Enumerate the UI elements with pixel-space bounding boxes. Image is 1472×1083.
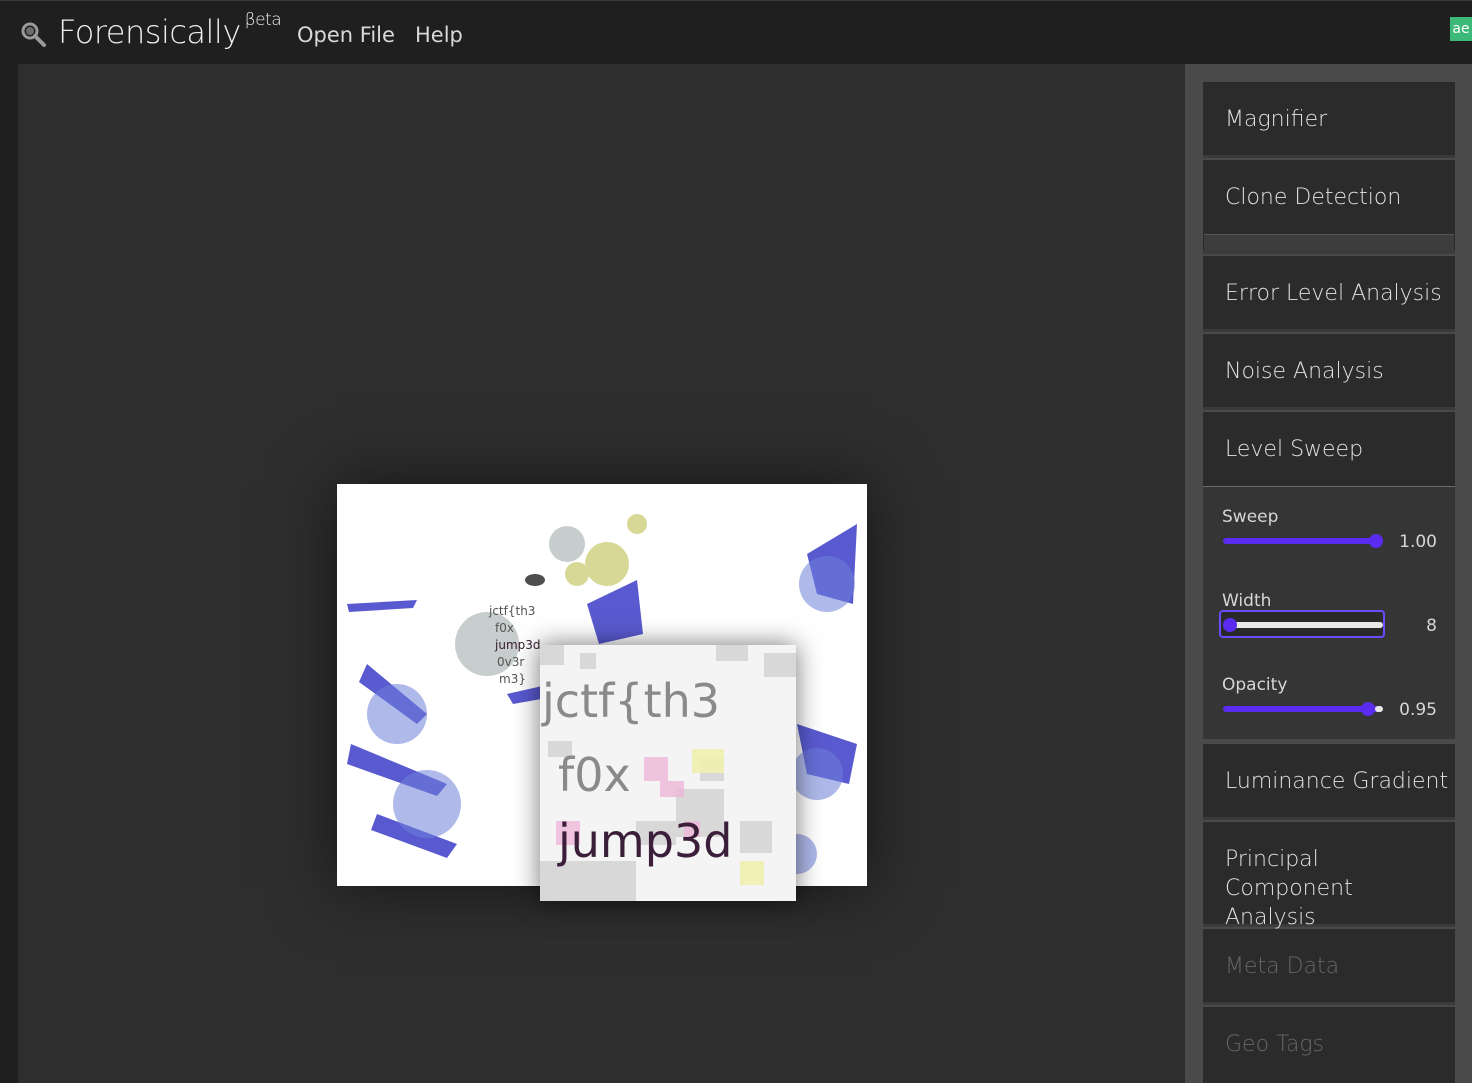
beta-label: βeta [244,10,282,31]
zoom-text-line: jump3d [557,814,732,868]
panel-principal-component-analysis[interactable]: Principal Component Analysis [1203,822,1455,930]
sweep-value: 1.00 [1399,532,1437,552]
width-slider-thumb[interactable] [1223,618,1237,632]
panel-meta-data[interactable]: Meta Data [1203,929,1455,1005]
zoom-text-line: jctf{th3 [541,674,720,728]
sweep-slider-thumb[interactable] [1369,534,1383,548]
opacity-value: 0.95 [1399,700,1437,720]
overlay-text-line: 0v3r [497,655,524,669]
app-name: Forensically [58,13,241,51]
image-viewer[interactable]: jctf{th3 f0x jump3d 0v3r m3} jctf{th3 f0… [18,64,1185,1083]
magnified-region: jctf{th3 f0x jump3d [540,645,796,901]
panel-title: Clone Detection [1225,185,1402,210]
overlay-text-line: jctf{th3 [488,604,535,618]
panel-luminance-gradient[interactable]: Luminance Gradient [1203,744,1455,820]
panel-level-sweep[interactable]: Level Sweep [1203,412,1455,486]
panel-title: Geo Tags [1225,1032,1324,1057]
panel-title: Principal Component Analysis [1225,847,1353,930]
opacity-slider-rest [1375,706,1383,712]
width-value: 8 [1426,616,1437,636]
left-strip [0,64,18,1083]
magnifier-loupe: jctf{th3 f0x jump3d [540,645,796,901]
panel-magnifier[interactable]: Magnifier [1203,82,1455,158]
overlay-text-line: jump3d [494,638,541,652]
panel-title: Noise Analysis [1225,359,1384,384]
opacity-slider-thumb[interactable] [1361,702,1375,716]
top-bar: Forensically βeta Open File Help ae [0,0,1472,65]
width-slider[interactable] [1223,618,1383,632]
app-title: Forensically βeta [58,10,282,51]
magnifier-logo-icon [21,22,46,47]
overlay-text-line: m3} [499,672,526,686]
width-label: Width [1222,591,1272,611]
tools-sidebar: Magnifier Clone Detection Error Level An… [1185,64,1472,1083]
panel-geo-tags[interactable]: Geo Tags [1203,1007,1455,1083]
panel-noise-analysis[interactable]: Noise Analysis [1203,334,1455,410]
help-menu[interactable]: Help [415,23,463,47]
panel-error-level-analysis[interactable]: Error Level Analysis [1203,256,1455,332]
sweep-label: Sweep [1222,507,1279,527]
panel-title: Error Level Analysis [1225,281,1442,306]
panel-title: Level Sweep [1225,437,1364,462]
opacity-label: Opacity [1222,675,1288,695]
corner-badge-icon[interactable]: ae [1450,17,1472,41]
opacity-slider[interactable] [1223,702,1383,716]
level-sweep-controls: Sweep 1.00 Width 8 Opacity 0.95 [1203,486,1455,739]
panel-title: Meta Data [1225,954,1340,979]
open-file-menu[interactable]: Open File [297,23,395,47]
clone-detection-collapsed-body [1204,234,1454,251]
sweep-slider[interactable] [1223,534,1383,548]
panel-title: Magnifier [1225,107,1328,132]
overlay-text-line: f0x [495,621,514,635]
zoom-text-line: f0x [558,748,631,802]
panel-clone-detection[interactable]: Clone Detection [1203,160,1455,254]
panel-title: Luminance Gradient [1225,769,1449,794]
width-slider-rest [1231,622,1383,628]
